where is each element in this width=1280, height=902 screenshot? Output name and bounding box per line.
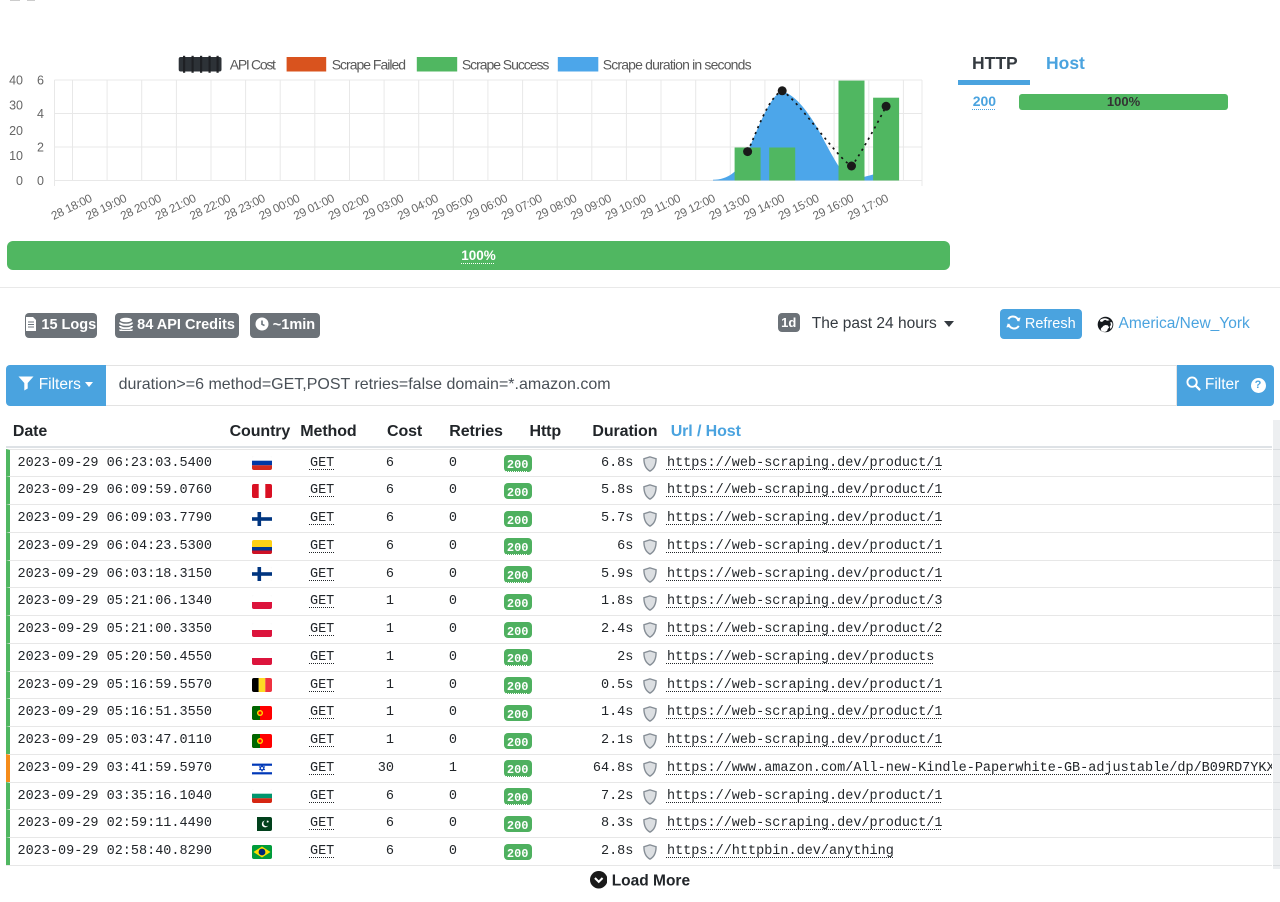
svg-text:Scrape duration in seconds: Scrape duration in seconds xyxy=(603,57,752,73)
svg-text:30: 30 xyxy=(9,99,23,113)
svg-text:4: 4 xyxy=(37,107,44,121)
svg-text:API Cost: API Cost xyxy=(230,57,276,73)
svg-text:2: 2 xyxy=(37,141,44,155)
svg-text:0: 0 xyxy=(16,174,23,188)
svg-text:10: 10 xyxy=(9,149,23,163)
svg-text:✡: ✡ xyxy=(258,763,266,773)
svg-text:6: 6 xyxy=(37,74,44,88)
svg-text:29 17:00: 29 17:00 xyxy=(845,191,891,223)
svg-text:0: 0 xyxy=(37,174,44,188)
svg-text:40: 40 xyxy=(9,74,23,88)
svg-text:Scrape Failed: Scrape Failed xyxy=(332,57,406,73)
svg-text:20: 20 xyxy=(9,124,23,138)
svg-text:Scrape Success: Scrape Success xyxy=(462,57,550,73)
